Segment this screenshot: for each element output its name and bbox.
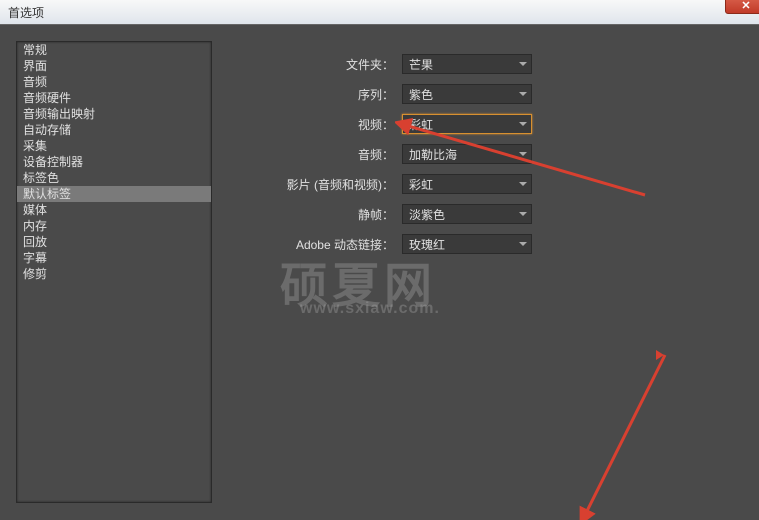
dropdown-1[interactable]: 紫色	[402, 84, 532, 104]
sidebar-item-7[interactable]: 设备控制器	[17, 154, 211, 170]
form-label-5: 静帧：	[232, 206, 402, 223]
titlebar: 首选项 ✕	[0, 0, 759, 25]
dropdown-0[interactable]: 芒果	[402, 54, 532, 74]
sidebar-item-14[interactable]: 修剪	[17, 266, 211, 282]
sidebar-item-10[interactable]: 媒体	[17, 202, 211, 218]
play-marker-icon	[656, 350, 664, 360]
form-label-3: 音频：	[232, 146, 402, 163]
chevron-down-icon	[519, 92, 527, 96]
form-label-6: Adobe 动态链接：	[232, 236, 402, 253]
dropdown-4[interactable]: 彩虹	[402, 174, 532, 194]
sidebar-item-0[interactable]: 常规	[17, 42, 211, 58]
dropdown-value-3: 加勒比海	[409, 146, 457, 163]
chevron-down-icon	[519, 122, 527, 126]
form-label-4: 影片 (音频和视频)：	[232, 176, 402, 193]
dropdown-value-0: 芒果	[409, 56, 433, 73]
form-label-0: 文件夹：	[232, 56, 402, 73]
dropdown-6[interactable]: 玫瑰红	[402, 234, 532, 254]
form-row-4: 影片 (音频和视频)： 彩虹	[232, 173, 723, 195]
chevron-down-icon	[519, 212, 527, 216]
sidebar-item-2[interactable]: 音频	[17, 74, 211, 90]
form-row-3: 音频： 加勒比海	[232, 143, 723, 165]
dropdown-value-5: 淡紫色	[409, 206, 445, 223]
dropdown-value-4: 彩虹	[409, 176, 433, 193]
sidebar-item-4[interactable]: 音频输出映射	[17, 106, 211, 122]
sidebar-item-13[interactable]: 字幕	[17, 250, 211, 266]
sidebar-item-9[interactable]: 默认标签	[17, 186, 211, 202]
close-button[interactable]: ✕	[725, 0, 759, 14]
form-row-6: Adobe 动态链接： 玫瑰红	[232, 233, 723, 255]
content-area: 常规界面音频音频硬件音频输出映射自动存储采集设备控制器标签色默认标签媒体内存回放…	[0, 25, 759, 519]
sidebar-item-1[interactable]: 界面	[17, 58, 211, 74]
dropdown-value-6: 玫瑰红	[409, 236, 445, 253]
chevron-down-icon	[519, 152, 527, 156]
chevron-down-icon	[519, 62, 527, 66]
sidebar-item-5[interactable]: 自动存储	[17, 122, 211, 138]
form-row-2: 视频： 彩虹	[232, 113, 723, 135]
settings-panel: 文件夹：芒果序列：紫色视频：彩虹音频：加勒比海影片 (音频和视频)：彩虹静帧：淡…	[212, 41, 743, 503]
form-row-1: 序列： 紫色	[232, 83, 723, 105]
sidebar-item-6[interactable]: 采集	[17, 138, 211, 154]
sidebar-item-8[interactable]: 标签色	[17, 170, 211, 186]
dropdown-value-2: 彩虹	[409, 116, 433, 133]
category-sidebar: 常规界面音频音频硬件音频输出映射自动存储采集设备控制器标签色默认标签媒体内存回放…	[16, 41, 212, 503]
sidebar-item-11[interactable]: 内存	[17, 218, 211, 234]
form-row-5: 静帧： 淡紫色	[232, 203, 723, 225]
dropdown-value-1: 紫色	[409, 86, 433, 103]
form-row-0: 文件夹： 芒果	[232, 53, 723, 75]
sidebar-item-3[interactable]: 音频硬件	[17, 90, 211, 106]
form-label-2: 视频：	[232, 116, 402, 133]
form-label-1: 序列：	[232, 86, 402, 103]
chevron-down-icon	[519, 242, 527, 246]
window-title: 首选项	[8, 4, 44, 21]
dropdown-3[interactable]: 加勒比海	[402, 144, 532, 164]
chevron-down-icon	[519, 182, 527, 186]
dropdown-5[interactable]: 淡紫色	[402, 204, 532, 224]
sidebar-item-12[interactable]: 回放	[17, 234, 211, 250]
close-icon: ✕	[741, 0, 750, 12]
dropdown-2[interactable]: 彩虹	[402, 114, 532, 134]
